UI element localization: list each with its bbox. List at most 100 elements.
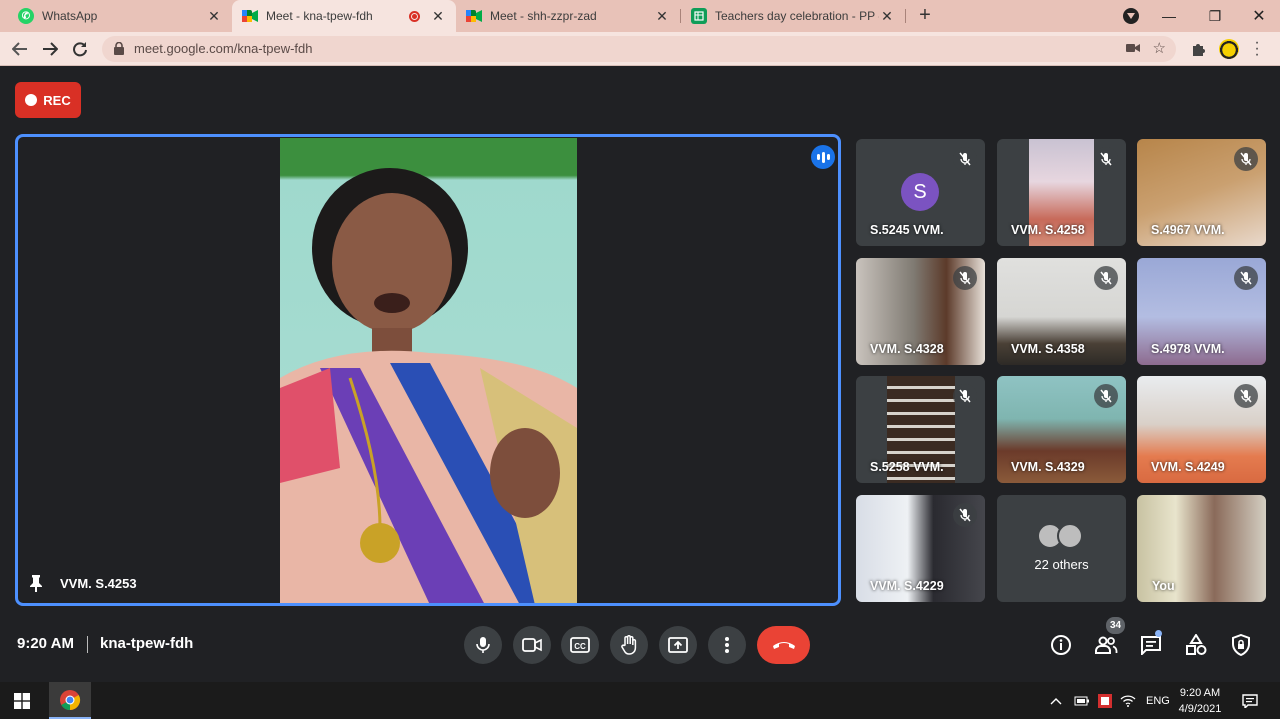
tab-teachers-day-sheet[interactable]: Teachers day celebration - PP - G ✕: [681, 0, 905, 32]
participant-tile[interactable]: VVM. S.4328: [856, 258, 985, 365]
camera-toggle-button[interactable]: [513, 626, 551, 664]
participant-tile[interactable]: VVM. S.4249: [1137, 376, 1266, 483]
arrow-right-icon: [43, 42, 58, 56]
show-hidden-icons-chevron-icon[interactable]: [1050, 697, 1062, 705]
activities-button[interactable]: [1183, 632, 1209, 658]
mic-off-icon: [1234, 266, 1258, 290]
participant-tile[interactable]: S S.5245 VVM.: [856, 139, 985, 246]
taskbar-clock[interactable]: 9:20 AM 4/9/2021: [1170, 685, 1230, 717]
pin-icon[interactable]: [28, 574, 44, 592]
recording-indicator-icon: [409, 10, 420, 22]
tab-close-icon[interactable]: ✕: [206, 8, 222, 24]
participant-name: S.5258 VVM.: [870, 460, 944, 474]
speaker-figure: [280, 168, 577, 603]
tab-meet-kna-tpew-fdh[interactable]: Meet - kna-tpew-fdh ✕: [232, 0, 456, 32]
hang-up-icon: [772, 642, 795, 649]
chrome-icon: [60, 689, 81, 710]
system-tray: ENG: [1050, 682, 1170, 719]
chrome-taskbar-button[interactable]: [49, 682, 91, 719]
captions-button[interactable]: CC: [561, 626, 599, 664]
input-language[interactable]: ENG: [1146, 695, 1170, 707]
windows-start-icon[interactable]: [14, 693, 30, 709]
captions-icon: CC: [570, 637, 590, 653]
browser-menu-icon[interactable]: · · ·: [1252, 35, 1262, 63]
mic-off-icon: [1234, 147, 1258, 171]
tab-title: Meet - shh-zzpr-zad: [490, 9, 597, 23]
tab-close-icon[interactable]: ✕: [654, 8, 670, 24]
others-tile[interactable]: 22 others: [997, 495, 1126, 602]
participant-tile[interactable]: S.4978 VVM.: [1137, 258, 1266, 365]
participant-tile[interactable]: S.4967 VVM.: [1137, 139, 1266, 246]
tab-whatsapp[interactable]: ✆ WhatsApp ✕: [8, 0, 232, 32]
tab-close-icon[interactable]: ✕: [430, 8, 446, 24]
camera-in-use-icon[interactable]: [1126, 42, 1140, 54]
mic-off-icon: [953, 266, 977, 290]
new-tab-button[interactable]: +: [915, 5, 935, 26]
info-icon: [1051, 635, 1071, 655]
avatar: [1057, 523, 1083, 549]
rec-label: REC: [43, 92, 71, 108]
window-close-button[interactable]: ✕: [1236, 0, 1280, 32]
svg-text:CC: CC: [574, 642, 586, 651]
mic-off-icon: [1094, 384, 1118, 408]
meet-icon: [466, 8, 482, 24]
stage-participant-name: VVM. S.4253: [60, 576, 137, 591]
more-vert-icon: [725, 637, 729, 653]
participants-button[interactable]: [1093, 632, 1119, 658]
mic-toggle-button[interactable]: [464, 626, 502, 664]
present-screen-button[interactable]: [659, 626, 697, 664]
participants-count-badge: 34: [1106, 617, 1125, 634]
participant-name: VVM. S.4229: [870, 579, 944, 593]
antivirus-tray-icon[interactable]: [1098, 693, 1112, 708]
more-options-button[interactable]: [708, 626, 746, 664]
others-count: 22 others: [1034, 557, 1089, 572]
participant-name: S.4978 VVM.: [1151, 342, 1225, 356]
participant-tile[interactable]: VVM. S.4258: [997, 139, 1126, 246]
minimize-button[interactable]: —: [1146, 0, 1192, 32]
mic-off-icon: [1234, 384, 1258, 408]
mic-off-icon: [953, 503, 977, 527]
mic-off-icon: [1094, 147, 1118, 171]
maximize-button[interactable]: ❐: [1192, 0, 1238, 32]
self-tile[interactable]: You: [1137, 495, 1266, 602]
host-controls-button[interactable]: [1228, 632, 1254, 658]
tab-title: Meet - kna-tpew-fdh: [266, 9, 373, 23]
chat-icon: [1141, 636, 1161, 655]
tab-divider: [905, 9, 906, 23]
bookmark-star-icon[interactable]: ☆: [1153, 39, 1166, 57]
raise-hand-button[interactable]: [610, 626, 648, 664]
meeting-details-button[interactable]: [1048, 632, 1074, 658]
participant-tile[interactable]: VVM. S.4329: [997, 376, 1126, 483]
profile-avatar[interactable]: [1219, 39, 1239, 59]
notifications-icon[interactable]: [1242, 694, 1258, 708]
stage-video: [280, 138, 577, 603]
meet-icon: [242, 8, 258, 24]
divider: [87, 636, 88, 653]
extensions-puzzle-icon[interactable]: [1191, 41, 1207, 57]
address-bar[interactable]: meet.google.com/kna-tpew-fdh ☆: [102, 36, 1176, 62]
lock-icon: [114, 42, 124, 55]
participant-name: VVM. S.4258: [1011, 223, 1085, 237]
people-icon: [1095, 636, 1118, 654]
forward-button[interactable]: [38, 37, 62, 61]
battery-icon[interactable]: [1074, 696, 1090, 706]
participant-tile[interactable]: S.5258 VVM.: [856, 376, 985, 483]
shield-lock-icon: [1232, 634, 1250, 656]
sheets-icon: [691, 8, 707, 24]
others-avatars: [1037, 523, 1083, 549]
participant-name: VVM. S.4328: [870, 342, 944, 356]
participant-name: VVM. S.4329: [1011, 460, 1085, 474]
unread-chat-dot: [1155, 630, 1162, 637]
participant-tile[interactable]: VVM. S.4358: [997, 258, 1126, 365]
reload-button[interactable]: [68, 37, 92, 61]
reload-icon: [73, 42, 87, 57]
tab-meet-shh-zzpr-zad[interactable]: Meet - shh-zzpr-zad ✕: [456, 0, 680, 32]
wifi-icon[interactable]: [1120, 694, 1136, 707]
main-stage-tile[interactable]: VVM. S.4253: [15, 134, 841, 606]
browser-toolbar: meet.google.com/kna-tpew-fdh ☆ · · ·: [0, 32, 1280, 66]
mic-off-icon: [1094, 266, 1118, 290]
leave-call-button[interactable]: [757, 626, 810, 664]
tab-close-icon[interactable]: ✕: [879, 8, 895, 24]
participant-tile[interactable]: VVM. S.4229: [856, 495, 985, 602]
back-button[interactable]: [8, 37, 32, 61]
